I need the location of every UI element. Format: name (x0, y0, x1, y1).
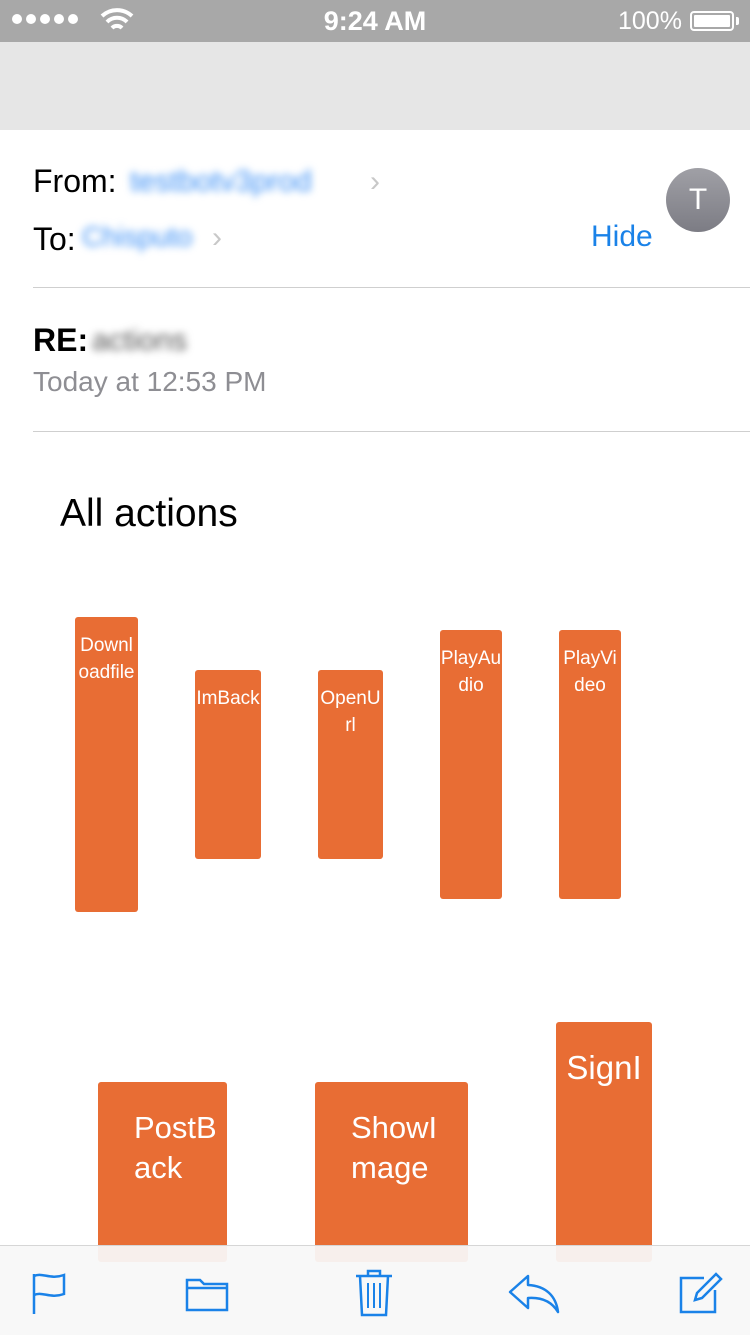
from-label: From: (33, 163, 117, 199)
action-playaudio-button[interactable]: PlayAudio (440, 630, 502, 899)
action-imback-button[interactable]: ImBack (195, 670, 261, 859)
action-openurl-button[interactable]: OpenUrl (318, 670, 383, 859)
navigation-bar (0, 42, 750, 130)
bottom-toolbar (0, 1245, 750, 1335)
hide-button[interactable]: Hide (591, 220, 653, 254)
trash-icon[interactable] (352, 1266, 396, 1318)
subject-prefix: RE: (33, 322, 89, 358)
divider (33, 287, 750, 288)
flag-icon[interactable] (28, 1270, 74, 1316)
action-showimage-button[interactable]: ShowImage (315, 1082, 468, 1262)
body-title: All actions (60, 492, 238, 535)
chevron-right-icon: › (370, 165, 380, 198)
status-bar: 9:24 AM 100% (0, 0, 750, 42)
to-label: To: (33, 221, 76, 257)
action-postback-button[interactable]: PostBack (98, 1082, 227, 1262)
subject-text: actions (92, 324, 188, 357)
message-date: Today at 12:53 PM (33, 366, 267, 397)
divider (33, 431, 750, 432)
action-signin-button[interactable]: SignI (556, 1022, 652, 1262)
battery-icon (690, 11, 734, 31)
action-download-file-button[interactable]: Downloadfile (75, 617, 138, 912)
to-value[interactable]: Chisputo (82, 221, 193, 253)
reply-icon[interactable] (506, 1270, 562, 1316)
chevron-right-icon: › (212, 221, 222, 254)
compose-icon[interactable] (678, 1270, 724, 1316)
action-playvideo-button[interactable]: PlayVideo (559, 630, 621, 899)
battery-percent: 100% (618, 7, 682, 35)
folder-icon[interactable] (184, 1270, 230, 1316)
avatar[interactable]: T (666, 168, 730, 232)
battery-tip (736, 17, 739, 25)
from-value[interactable]: testbotv3prod (130, 165, 312, 199)
